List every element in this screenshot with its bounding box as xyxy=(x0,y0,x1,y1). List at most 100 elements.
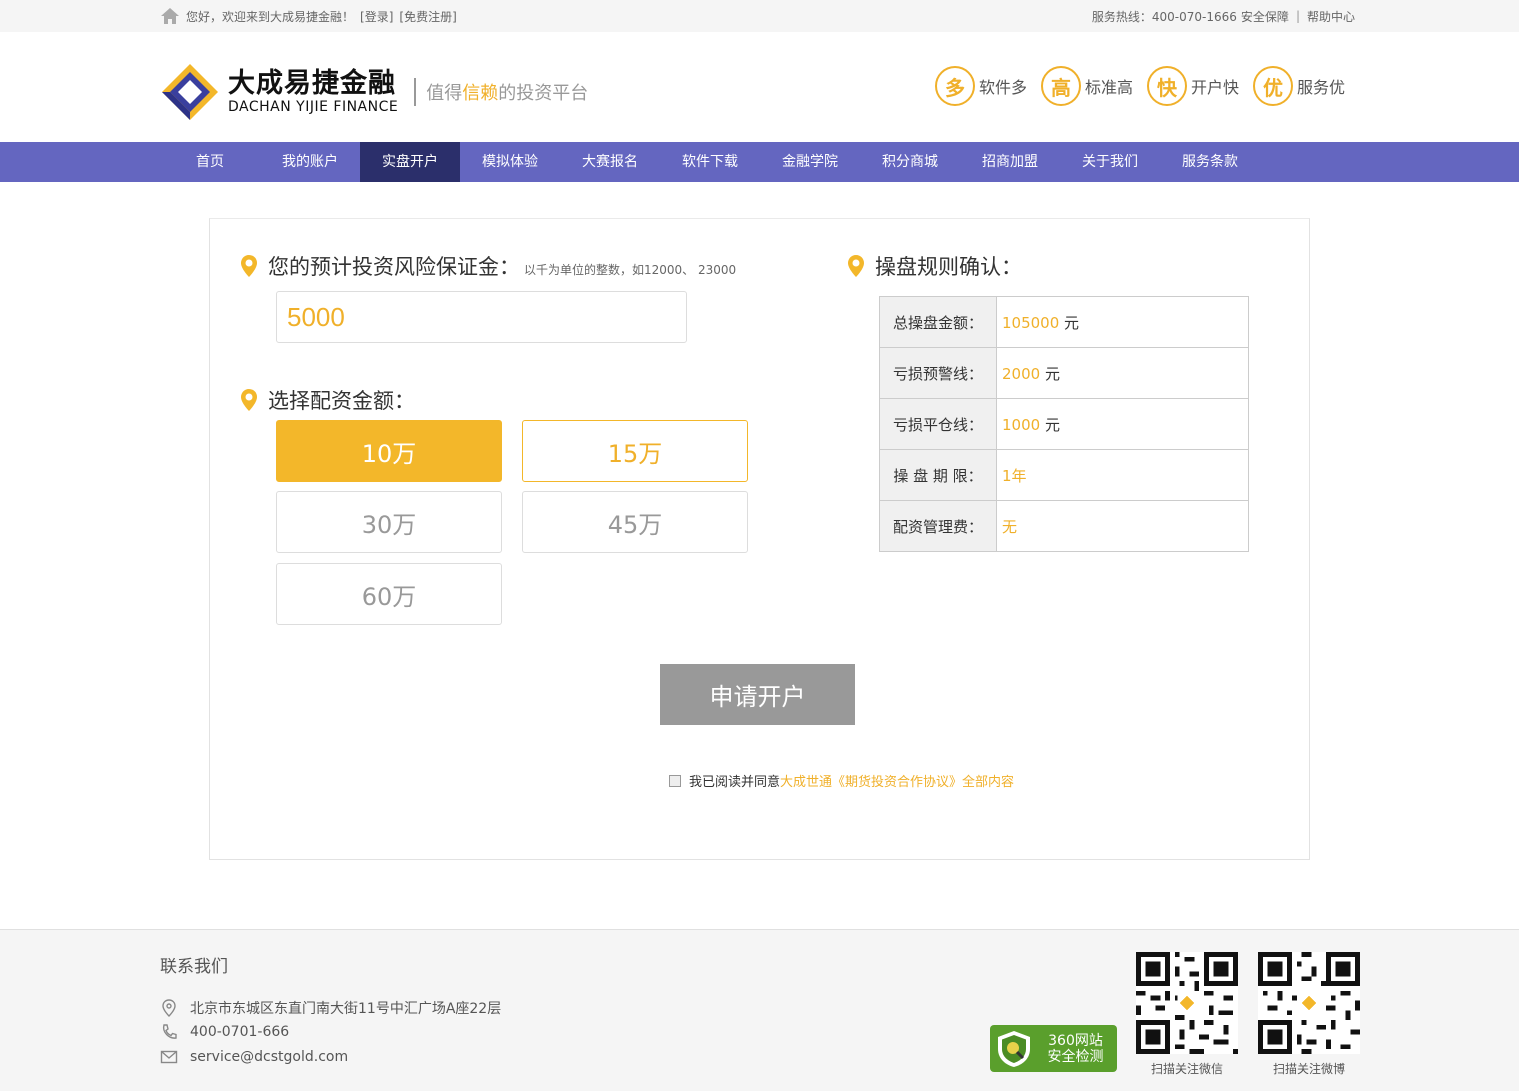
security-link[interactable]: 安全保障 xyxy=(1241,8,1289,25)
nav-item-account[interactable]: 我的账户 xyxy=(260,142,360,182)
margin-title: 您的预计投资风险保证金： xyxy=(268,255,520,279)
rule-value-cell: 1000 元 xyxy=(996,398,1249,450)
rule-unit: 元 xyxy=(1040,364,1060,383)
nav-list: 首页 我的账户 实盘开户 模拟体验 大赛报名 软件下载 金融学院 积分商城 招商… xyxy=(160,142,1260,182)
contact-email: service@dcstgold.com xyxy=(160,1048,348,1066)
amount-option-15w[interactable]: 15万 xyxy=(522,420,748,482)
table-row: 亏损预警线： 2000 元 xyxy=(879,347,1249,399)
agree-checkbox[interactable] xyxy=(669,774,681,787)
margin-section-title: 您的预计投资风险保证金： 以千为单位的整数，如12000、 23000 xyxy=(240,251,736,281)
email-text[interactable]: service@dcstgold.com xyxy=(190,1049,348,1065)
badge-text: 360网站 安全检测 xyxy=(1034,1033,1117,1065)
rule-value: 无 xyxy=(1002,517,1018,536)
nav-item-franchise[interactable]: 招商加盟 xyxy=(960,142,1060,182)
logo-name: 大成易捷金融 xyxy=(228,68,396,99)
logo-english-name: DACHAN YIJIE FINANCE xyxy=(228,99,399,115)
mail-icon xyxy=(160,1050,178,1064)
rule-value: 1年 xyxy=(1002,466,1027,485)
feature-item: 高标准高 xyxy=(1040,66,1133,106)
contact-phone: 400-0701-666 xyxy=(160,1023,289,1041)
nav-item-academy[interactable]: 金融学院 xyxy=(760,142,860,182)
nav-item-contest[interactable]: 大赛报名 xyxy=(560,142,660,182)
location-pin-icon xyxy=(848,255,864,277)
weibo-qr-code-icon xyxy=(1258,952,1360,1054)
logo-mark-icon xyxy=(162,64,218,120)
phone-icon xyxy=(162,1024,177,1039)
rule-value: 105000 xyxy=(1002,313,1060,332)
margin-hint: 以千为单位的整数，如12000、 23000 xyxy=(524,262,737,277)
wechat-qr-caption: 扫描关注微信 xyxy=(1150,1062,1223,1076)
feature-label: 软件多 xyxy=(978,78,1027,97)
header: 大成易捷金融 DACHAN YIJIE FINANCE 值得信赖的投资平台 多软… xyxy=(0,32,1519,142)
weibo-qr-caption: 扫描关注微博 xyxy=(1272,1062,1345,1076)
nav-item-open-account[interactable]: 实盘开户 xyxy=(360,142,460,182)
slogan-part: 的投资平台 xyxy=(498,83,589,104)
amount-option-10w[interactable]: 10万 xyxy=(276,420,502,482)
logo[interactable]: 大成易捷金融 DACHAN YIJIE FINANCE 值得信赖的投资平台 xyxy=(160,62,588,122)
location-icon xyxy=(162,999,176,1017)
location-pin-icon xyxy=(241,255,257,277)
login-link[interactable]: [登录] xyxy=(360,8,393,25)
rule-key: 操 盘 期 限： xyxy=(879,449,997,501)
badge-line: 安全检测 xyxy=(1047,1048,1104,1065)
feature-item: 优服务优 xyxy=(1252,66,1345,106)
feature-badge-icon: 高 xyxy=(1040,66,1081,106)
rule-value-cell: 无 xyxy=(996,500,1249,552)
slogan: 值得信赖的投资平台 xyxy=(426,79,588,105)
nav-item-home[interactable]: 首页 xyxy=(160,142,260,182)
welcome-text: 您好，欢迎来到大成易捷金融！ xyxy=(186,9,355,24)
amount-option-60w[interactable]: 60万 xyxy=(276,563,502,625)
contact-address: 北京市东城区东直门南大街11号中汇广场A座22层 xyxy=(160,998,501,1018)
margin-input[interactable]: 5000 xyxy=(276,291,687,343)
slogan-highlight: 信赖 xyxy=(462,83,499,104)
nav-item-points-mall[interactable]: 积分商城 xyxy=(860,142,960,182)
location-pin-icon xyxy=(241,389,257,411)
nav-item-about[interactable]: 关于我们 xyxy=(1060,142,1160,182)
feature-label: 服务优 xyxy=(1296,78,1345,97)
rules-title: 操盘规则确认： xyxy=(875,255,1022,279)
rule-unit: 元 xyxy=(1040,415,1060,434)
nav-item-terms[interactable]: 服务条款 xyxy=(1160,142,1260,182)
amount-option-45w[interactable]: 45万 xyxy=(522,491,748,553)
badge-line: 360网站 xyxy=(1048,1032,1103,1049)
rules-section-title: 操盘规则确认： xyxy=(847,251,1022,281)
rule-key: 总操盘金额： xyxy=(879,296,997,348)
feature-item: 快开户快 xyxy=(1146,66,1239,106)
nav-item-simulation[interactable]: 模拟体验 xyxy=(460,142,560,182)
rules-table: 总操盘金额： 105000 元 亏损预警线： 2000 元 亏损平仓线： 1000 元… xyxy=(879,296,1249,552)
divider: | xyxy=(1295,9,1300,23)
amount-section-title: 选择配资金额： xyxy=(240,385,415,415)
agreement-row: 我已阅读并同意 大成世通《期货投资合作协议》全部内容 xyxy=(669,771,1014,790)
rule-value: 1000 xyxy=(1002,415,1041,434)
contact-title: 联系我们 xyxy=(160,957,228,977)
phone-text: 400-0701-666 xyxy=(190,1024,290,1040)
feature-list: 多软件多 高标准高 快开户快 优服务优 xyxy=(934,66,1345,106)
amount-title: 选择配资金额： xyxy=(268,389,415,413)
hotline-text: 服务热线：400-070-1666 xyxy=(1091,9,1237,24)
agreement-link[interactable]: 大成世通《期货投资合作协议》全部内容 xyxy=(780,771,1014,790)
rule-value-cell: 1年 xyxy=(996,449,1249,501)
agree-text: 我已阅读并同意 xyxy=(689,775,781,790)
nav-item-download[interactable]: 软件下载 xyxy=(660,142,760,182)
feature-label: 开户快 xyxy=(1190,78,1239,97)
rule-value: 2000 xyxy=(1002,364,1041,383)
rule-value-cell: 105000 元 xyxy=(996,296,1249,348)
help-link[interactable]: 帮助中心 xyxy=(1307,8,1355,25)
table-row: 操 盘 期 限： 1年 xyxy=(879,449,1249,501)
home-icon[interactable] xyxy=(160,7,180,25)
rule-key: 亏损平仓线： xyxy=(879,398,997,450)
feature-label: 标准高 xyxy=(1084,78,1133,97)
rule-unit: 元 xyxy=(1059,313,1080,332)
main-nav: 首页 我的账户 实盘开户 模拟体验 大赛报名 软件下载 金融学院 积分商城 招商… xyxy=(0,142,1519,182)
security-check-badge[interactable]: 360网站 安全检测 xyxy=(990,1025,1117,1072)
apply-open-account-button[interactable]: 申请开户 xyxy=(660,664,855,725)
amount-option-30w[interactable]: 30万 xyxy=(276,491,502,553)
logo-text: 大成易捷金融 DACHAN YIJIE FINANCE xyxy=(228,68,399,116)
feature-badge-icon: 多 xyxy=(934,66,975,106)
register-link[interactable]: [免费注册] xyxy=(399,8,456,25)
slogan-part: 值得 xyxy=(426,83,463,104)
wechat-qr-code-icon xyxy=(1136,952,1238,1054)
rule-value-cell: 2000 元 xyxy=(996,347,1249,399)
feature-badge-icon: 快 xyxy=(1146,66,1187,106)
open-account-panel: 您的预计投资风险保证金： 以千为单位的整数，如12000、 23000 5000… xyxy=(209,218,1310,860)
